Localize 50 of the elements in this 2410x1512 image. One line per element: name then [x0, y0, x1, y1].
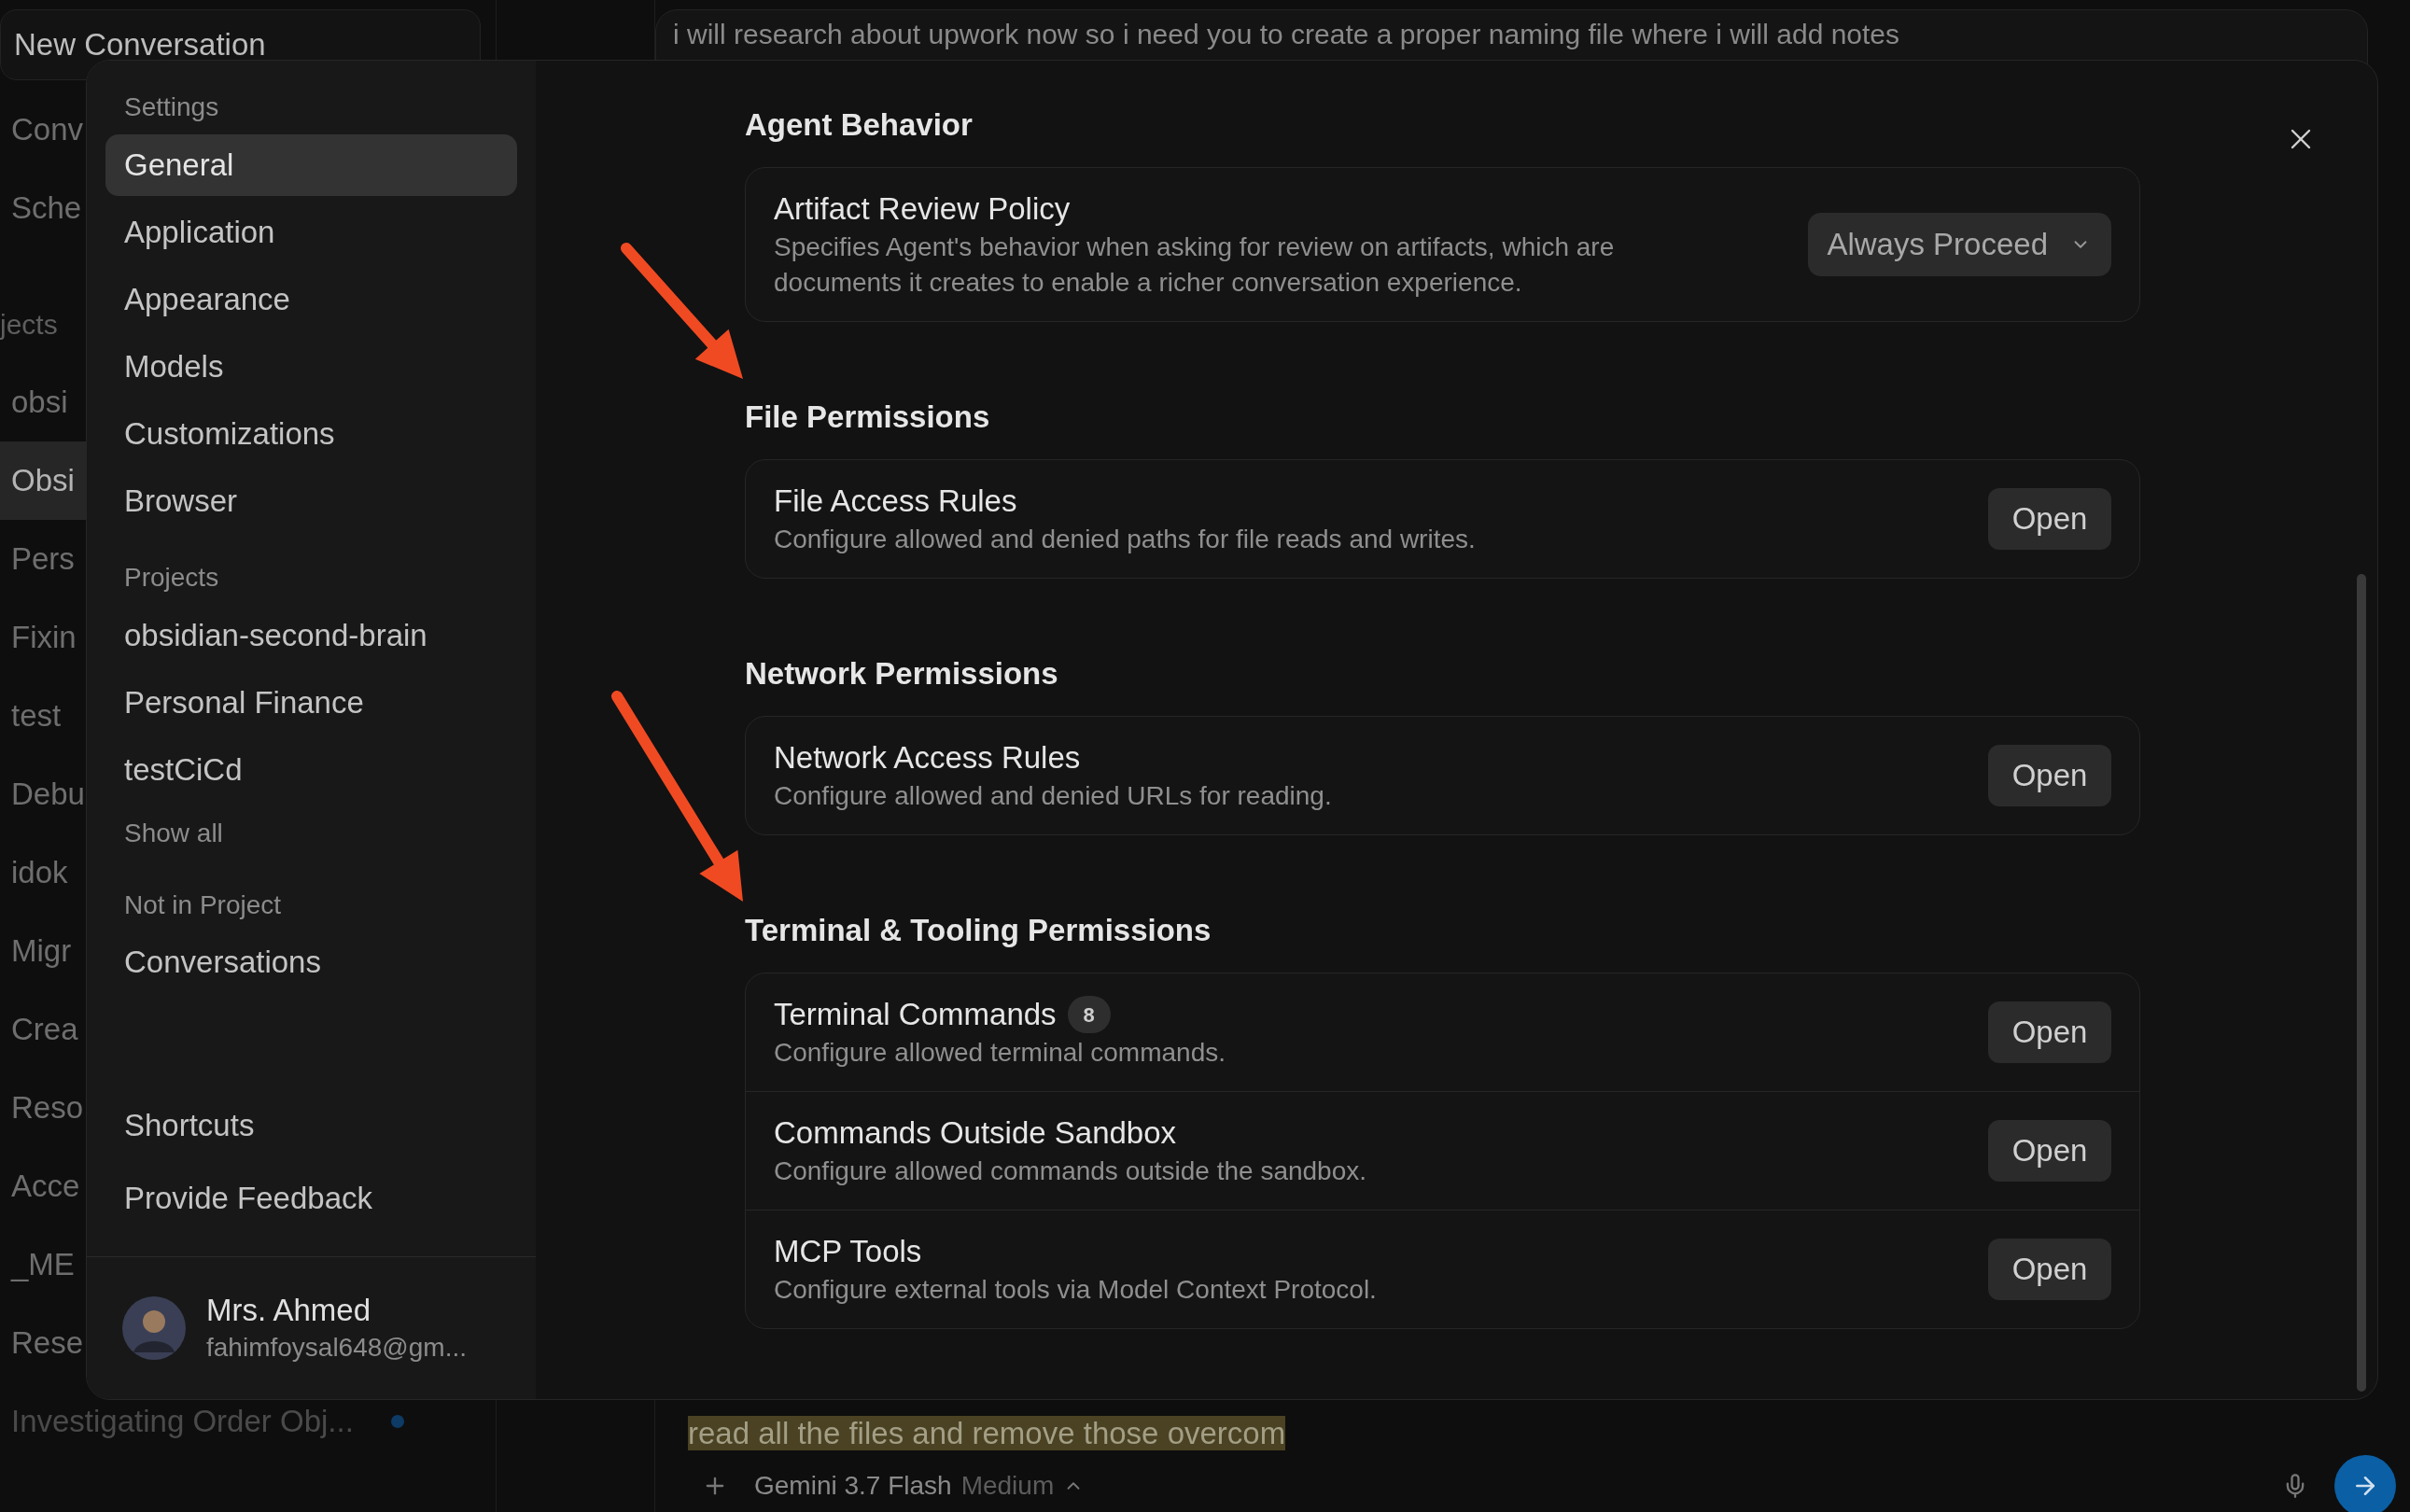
policy-dropdown[interactable]: Always Proceed — [1808, 213, 2111, 276]
nav-item[interactable]: Browser — [105, 470, 517, 532]
nav-item[interactable]: Personal Finance — [105, 672, 517, 734]
setting-title: Terminal Commands — [774, 996, 1057, 1033]
nav-item[interactable]: General — [105, 134, 517, 196]
highlighted-text: read all the files and remove those overcom — [688, 1416, 1286, 1450]
user-email: fahimfoysal648@gm... — [206, 1332, 467, 1364]
scrollbar-thumb[interactable] — [2357, 574, 2366, 1392]
model-mode: Medium — [960, 1470, 1055, 1502]
footer-link[interactable]: Shortcuts — [105, 1095, 517, 1156]
nav-item[interactable]: Conversations — [105, 931, 517, 993]
count-badge: 8 — [1067, 996, 1111, 1033]
setting-title: Artifact Review Policy — [774, 190, 1071, 228]
open-button[interactable]: Open — [1988, 1239, 2111, 1300]
model-selector[interactable]: Gemini 3.7 Flash Medium — [754, 1466, 1085, 1505]
section-header: jects — [0, 307, 58, 342]
open-button[interactable]: Open — [1988, 745, 2111, 806]
setting-description: Configure allowed and denied URLs for reading. — [774, 780, 1332, 812]
section-title: Network Permissions — [745, 655, 1058, 693]
nav-item[interactable]: Application — [105, 202, 517, 263]
avatar — [122, 1296, 186, 1360]
message-text: i will research about upwork now so i need you to create a proper naming file where i will add notes — [673, 19, 1900, 49]
show-all-link[interactable]: Show all — [124, 814, 223, 853]
section-title: File Permissions — [745, 399, 990, 437]
settings-heading: Settings — [123, 91, 220, 123]
nav-item[interactable]: testCiCd — [105, 739, 517, 801]
footer-link[interactable]: Provide Feedback — [105, 1168, 517, 1229]
nav-item[interactable]: Models — [105, 336, 517, 398]
model-name: Gemini 3.7 Flash — [754, 1470, 952, 1502]
setting-title: Commands Outside Sandbox — [774, 1114, 1177, 1152]
user-name: Mrs. Ahmed — [206, 1292, 372, 1329]
setting-description: Specifies Agent's behavior when asking for review on artifacts, which are documents it creates to enable a richer conversation experience. — [774, 231, 1616, 299]
setting-description: Configure allowed commands outside the sandbox. — [774, 1155, 1367, 1187]
setting-title: MCP Tools — [774, 1233, 922, 1270]
send-button[interactable] — [2334, 1455, 2396, 1512]
setting-title: Network Access Rules — [774, 739, 1081, 777]
section-title: Agent Behavior — [745, 106, 973, 145]
nav-item[interactable]: Appearance — [105, 269, 517, 330]
nav-item[interactable]: Customizations — [105, 403, 517, 465]
open-button[interactable]: Open — [1988, 1001, 2111, 1063]
section-title: Terminal & Tooling Permissions — [745, 912, 1212, 950]
setting-description: Configure external tools via Model Context Protocol. — [774, 1274, 1377, 1306]
open-button[interactable]: Open — [1988, 1120, 2111, 1182]
setting-description: Configure allowed terminal commands. — [774, 1037, 1226, 1069]
setting-description: Configure allowed and denied paths for file reads and writes. — [774, 524, 1476, 555]
setting-title: File Access Rules — [774, 483, 1017, 520]
projects-heading: Projects — [123, 562, 220, 594]
not-in-project-heading: Not in Project — [123, 889, 283, 921]
open-button[interactable]: Open — [1988, 488, 2111, 550]
nav-item[interactable]: obsidian-second-brain — [105, 605, 517, 666]
